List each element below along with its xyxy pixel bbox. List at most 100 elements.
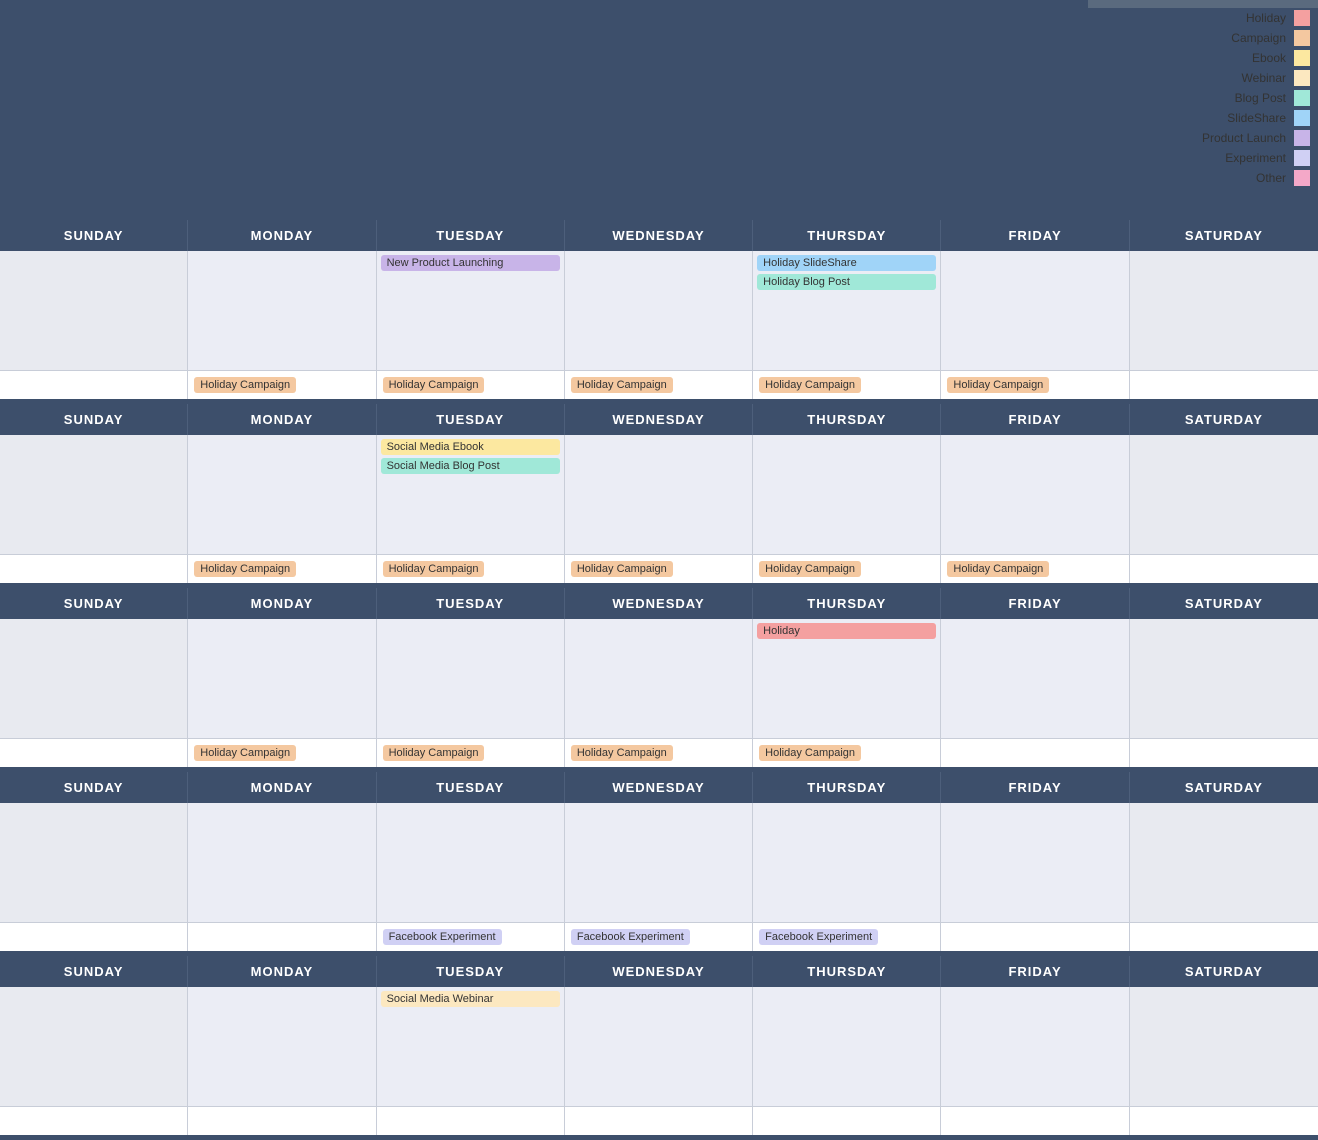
key-item: Experiment [1088, 148, 1318, 168]
bottom-label-cell: Holiday Campaign [377, 371, 565, 399]
bottom-event-tag: Facebook Experiment [571, 929, 690, 945]
bottom-label-cell: Holiday Campaign [188, 371, 376, 399]
bottom-event-tag: Holiday Campaign [571, 745, 673, 761]
event-tag: Holiday Blog Post [757, 274, 936, 290]
bottom-label-cell: Holiday Campaign [941, 555, 1129, 583]
week-row-1: Social Media EbookSocial Media Blog Post [0, 435, 1318, 555]
key-panel: Holiday CampaignEbook Webinar Blog Post Slid… [1088, 0, 1318, 220]
day-cell [377, 803, 565, 923]
day-header-wednesday: WEDNESDAY [565, 220, 753, 251]
day-header-monday: MONDAY [188, 772, 376, 803]
header-area: Holiday CampaignEbook Webinar Blog Post Slid… [0, 0, 1318, 220]
day-cell [753, 803, 941, 923]
day-cell [1130, 987, 1318, 1107]
day-header-friday: FRIDAY [941, 220, 1129, 251]
key-label: Experiment [1225, 151, 1290, 165]
bottom-event-tag: Holiday Campaign [571, 561, 673, 577]
day-cell [188, 435, 376, 555]
key-label: Other [1256, 171, 1290, 185]
day-cell [565, 435, 753, 555]
event-tag: Holiday SlideShare [757, 255, 936, 271]
week-block-3: SUNDAYMONDAYTUESDAYWEDNESDAYTHURSDAYFRID… [0, 772, 1318, 956]
bottom-event-tag: Holiday Campaign [383, 561, 485, 577]
key-item: Other [1088, 168, 1318, 188]
day-cell [565, 251, 753, 371]
bottom-label-cell [1130, 739, 1318, 767]
day-headers: SUNDAYMONDAYTUESDAYWEDNESDAYTHURSDAYFRID… [0, 772, 1318, 803]
day-cell [753, 435, 941, 555]
key-color [1294, 30, 1310, 46]
day-header-thursday: THURSDAY [753, 956, 941, 987]
day-header-tuesday: TUESDAY [377, 772, 565, 803]
bottom-label-cell [0, 1107, 188, 1135]
bottom-label-cell [941, 1107, 1129, 1135]
day-header-monday: MONDAY [188, 588, 376, 619]
bottom-label-cell [188, 1107, 376, 1135]
bottom-label-cell: Holiday Campaign [565, 371, 753, 399]
day-header-wednesday: WEDNESDAY [565, 404, 753, 435]
day-cell [753, 987, 941, 1107]
bottom-label-row: Facebook ExperimentFacebook ExperimentFa… [0, 923, 1318, 953]
key-color [1294, 10, 1310, 26]
bottom-event-tag: Holiday Campaign [194, 377, 296, 393]
bottom-event-tag: Facebook Experiment [383, 929, 502, 945]
day-cell [565, 619, 753, 739]
day-cell [941, 803, 1129, 923]
day-header-saturday: SATURDAY [1130, 956, 1318, 987]
day-header-wednesday: WEDNESDAY [565, 956, 753, 987]
bottom-label-cell [1130, 555, 1318, 583]
key-label: Blog Post [1235, 91, 1290, 105]
calendar-section: SUNDAYMONDAYTUESDAYWEDNESDAYTHURSDAYFRID… [0, 220, 1318, 1140]
bottom-event-tag: Holiday Campaign [759, 377, 861, 393]
day-header-saturday: SATURDAY [1130, 404, 1318, 435]
day-header-tuesday: TUESDAY [377, 220, 565, 251]
week-block-0: SUNDAYMONDAYTUESDAYWEDNESDAYTHURSDAYFRID… [0, 220, 1318, 404]
day-header-wednesday: WEDNESDAY [565, 772, 753, 803]
day-header-tuesday: TUESDAY [377, 588, 565, 619]
key-color [1294, 150, 1310, 166]
key-label: Holiday [1246, 11, 1290, 25]
day-header-thursday: THURSDAY [753, 220, 941, 251]
bottom-event-tag: Holiday Campaign [194, 561, 296, 577]
bottom-event-tag: Holiday Campaign [383, 745, 485, 761]
day-headers: SUNDAYMONDAYTUESDAYWEDNESDAYTHURSDAYFRID… [0, 956, 1318, 987]
key-item: Webinar [1088, 68, 1318, 88]
day-cell [0, 251, 188, 371]
bottom-label-cell [377, 1107, 565, 1135]
bottom-label-cell [0, 371, 188, 399]
key-label: Product Launch [1202, 131, 1290, 145]
bottom-label-cell [753, 1107, 941, 1135]
bottom-label-row: Holiday Campaign Holiday Campaign Holiday … [0, 371, 1318, 401]
day-header-sunday: SUNDAY [0, 588, 188, 619]
key-item: Ebook [1088, 48, 1318, 68]
day-cell [941, 435, 1129, 555]
day-header-monday: MONDAY [188, 956, 376, 987]
day-cell: Holiday SlideShare Holiday Blog Post [753, 251, 941, 371]
key-item: Campaign [1088, 28, 1318, 48]
day-cell [1130, 619, 1318, 739]
day-cell [1130, 251, 1318, 371]
bottom-event-tag: Holiday Campaign [759, 745, 861, 761]
day-header-sunday: SUNDAY [0, 220, 188, 251]
page-wrapper: Holiday CampaignEbook Webinar Blog Post Slid… [0, 0, 1318, 1140]
day-cell: New Product Launching [377, 251, 565, 371]
bottom-label-cell: Holiday Campaign [188, 555, 376, 583]
day-header-wednesday: WEDNESDAY [565, 588, 753, 619]
bottom-event-tag: Holiday Campaign [759, 561, 861, 577]
key-color [1294, 110, 1310, 126]
day-header-monday: MONDAY [188, 404, 376, 435]
bottom-label-cell: Facebook Experiment [565, 923, 753, 951]
key-label: SlideShare [1227, 111, 1290, 125]
day-cell [188, 619, 376, 739]
day-header-thursday: THURSDAY [753, 404, 941, 435]
bottom-event-tag: Holiday Campaign [383, 377, 485, 393]
key-label: Webinar [1242, 71, 1290, 85]
bottom-label-cell [188, 923, 376, 951]
bottom-label-cell: Holiday Campaign [753, 739, 941, 767]
bottom-label-cell: Holiday Campaign [941, 371, 1129, 399]
week-block-1: SUNDAYMONDAYTUESDAYWEDNESDAYTHURSDAYFRID… [0, 404, 1318, 588]
day-header-tuesday: TUESDAY [377, 404, 565, 435]
key-item: SlideShare [1088, 108, 1318, 128]
day-header-sunday: SUNDAY [0, 404, 188, 435]
bottom-label-cell [0, 739, 188, 767]
